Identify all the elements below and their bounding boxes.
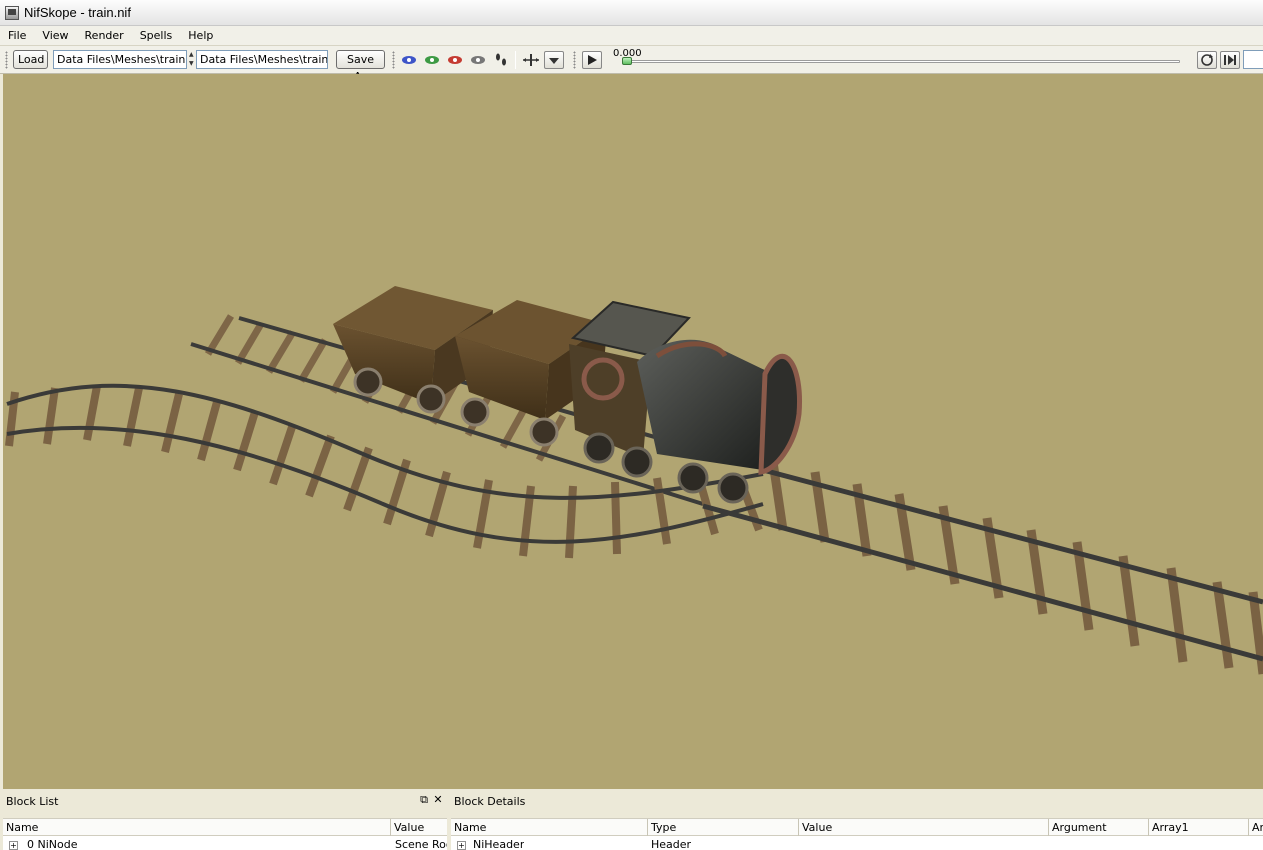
block-list-row[interactable]: + 0 NiNode Scene Roo — [3, 836, 447, 850]
toolbar-grip-3[interactable] — [573, 51, 576, 69]
detail-type: Header — [651, 838, 692, 850]
eye-blue-icon[interactable] — [399, 51, 419, 69]
app-icon — [5, 5, 19, 20]
main-toolbar: Load Data Files\Meshes\train.nif ▲▼ Data… — [0, 46, 1263, 83]
menu-help[interactable]: Help — [180, 27, 221, 45]
block-name: 0 NiNode — [27, 838, 78, 850]
column-header-value[interactable]: Value — [391, 819, 447, 836]
column-header-array1[interactable]: Array1 — [1149, 819, 1249, 836]
load-path-field[interactable]: Data Files\Meshes\train.nif — [53, 50, 187, 69]
eye-green-icon[interactable] — [422, 51, 442, 69]
block-list-title: Block List — [6, 795, 59, 808]
path-spin-icon[interactable]: ▲ ▼ — [189, 50, 195, 69]
block-details-header: Name Type Value Argument Array1 Ar — [451, 818, 1263, 836]
column-header-name[interactable]: Name — [451, 819, 648, 836]
column-header-name[interactable]: Name — [3, 819, 391, 836]
column-header-value[interactable]: Value — [799, 819, 1049, 836]
time-slider-handle[interactable] — [622, 57, 632, 65]
column-header-argument[interactable]: Argument — [1049, 819, 1149, 836]
play-icon[interactable] — [582, 51, 602, 69]
switch-anim-icon[interactable] — [1220, 51, 1240, 69]
menu-spells[interactable]: Spells — [132, 27, 181, 45]
column-header-array2[interactable]: Ar — [1249, 819, 1263, 836]
title-bar: NifSkope - train.nif — [0, 0, 1263, 26]
eye-red-icon[interactable] — [445, 51, 465, 69]
toolbar-grip[interactable] — [5, 51, 8, 69]
menu-bar: File View Render Spells Help — [0, 26, 1263, 46]
eye-gray-icon[interactable] — [468, 51, 488, 69]
anim-select-field[interactable] — [1243, 50, 1263, 69]
axis-align-icon[interactable] — [521, 51, 541, 69]
detail-name: NiHeader — [473, 838, 525, 850]
toolbar-separator — [515, 51, 516, 69]
loop-icon[interactable] — [1197, 51, 1217, 69]
right-rail-1 — [762, 467, 1263, 605]
menu-file[interactable]: File — [0, 27, 34, 45]
menu-render[interactable]: Render — [77, 27, 132, 45]
load-button[interactable]: Load — [13, 50, 48, 69]
save-as-button[interactable]: Save As — [336, 50, 385, 83]
close-dock-icon[interactable]: ✕ — [432, 794, 444, 806]
block-value: Scene Roo — [395, 838, 447, 850]
block-details-title: Block Details — [454, 795, 526, 808]
expand-icon[interactable]: + — [457, 841, 466, 850]
dock-area: Block List ⧉ ✕ Name Value + 0 NiNode Sce… — [0, 789, 1263, 850]
footprints-icon[interactable] — [491, 51, 511, 69]
column-header-type[interactable]: Type — [648, 819, 799, 836]
block-list-header: Name Value — [3, 818, 447, 836]
block-details-row[interactable]: + NiHeader Header — [451, 836, 1263, 850]
window-title: NifSkope - train.nif — [24, 5, 131, 20]
save-path-field[interactable]: Data Files\Meshes\train.nif — [196, 50, 328, 69]
time-slider-track[interactable] — [622, 60, 1180, 63]
toolbar-grip-2[interactable] — [392, 51, 395, 69]
view-dropdown-icon[interactable] — [544, 51, 564, 69]
menu-view[interactable]: View — [34, 27, 76, 45]
expand-icon[interactable]: + — [9, 841, 18, 850]
float-dock-icon[interactable]: ⧉ — [418, 794, 430, 806]
scene-render — [5, 286, 1263, 675]
curved-rail-2 — [6, 425, 764, 544]
render-viewport[interactable] — [3, 74, 1263, 789]
